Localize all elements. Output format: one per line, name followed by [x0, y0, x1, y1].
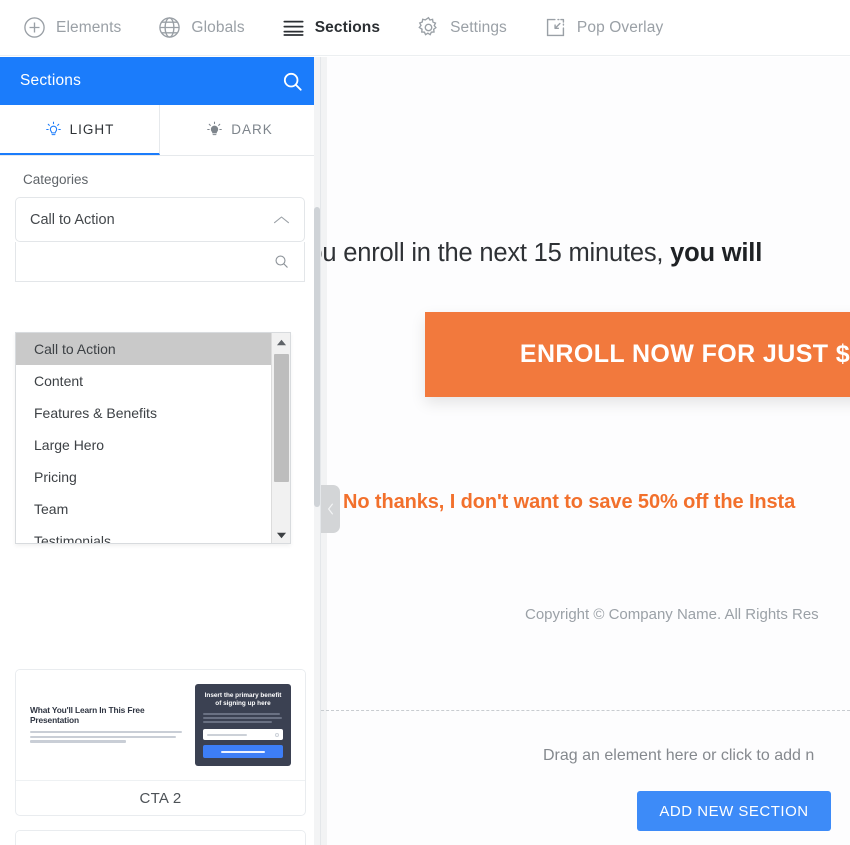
- section-cards: What You'll Learn In This Free Presentat…: [15, 669, 306, 845]
- toolbar-item-settings-label: Settings: [450, 18, 507, 36]
- decline-offer-link[interactable]: No thanks, I don't want to save 50% off …: [343, 491, 795, 514]
- chevron-up-icon: [273, 215, 290, 225]
- toolbar-item-settings[interactable]: Settings: [416, 8, 507, 48]
- globe-icon: [157, 15, 182, 40]
- mode-tabs: LIGHT DARK: [0, 105, 320, 156]
- enroll-now-button-label: ENROLL NOW FOR JUST $: [519, 340, 850, 368]
- preview-body: [30, 730, 185, 743]
- chevron-left-icon: [326, 502, 335, 516]
- canvas-headline: n you enroll in the next 15 minutes, you…: [321, 239, 762, 268]
- panel-scroll-thumb[interactable]: [314, 207, 320, 507]
- canvas-headline-bold: you will: [670, 239, 763, 267]
- section-divider-top: [321, 710, 850, 711]
- canvas-left-rail: [321, 57, 327, 845]
- triangle-down-icon[interactable]: [272, 526, 290, 543]
- toolbar-item-globals[interactable]: Globals: [157, 8, 245, 48]
- tab-light[interactable]: LIGHT: [0, 105, 160, 155]
- triangle-up-icon[interactable]: [272, 333, 290, 352]
- dropdown-option-team[interactable]: Team: [16, 493, 273, 525]
- sections-panel-body: Categories Call to Action Call to Action…: [0, 172, 320, 845]
- dropdown-option-large-hero[interactable]: Large Hero: [16, 429, 273, 461]
- copyright-text: Copyright © Company Name. All Rights Res: [525, 606, 819, 623]
- section-card-label: CTA 2: [16, 780, 305, 815]
- preview-submit-button: [203, 745, 283, 759]
- toolbar-item-globals-label: Globals: [191, 18, 245, 36]
- canvas-headline-text: n you enroll in the next 15 minutes,: [321, 239, 664, 267]
- dropdown-option-pricing[interactable]: Pricing: [16, 461, 273, 493]
- preview-text-block: What You'll Learn In This Free Presentat…: [30, 705, 185, 745]
- panel-collapse-handle[interactable]: [321, 485, 340, 533]
- add-new-section-button[interactable]: ADD NEW SECTION: [637, 791, 831, 831]
- plus-circle-icon: [22, 15, 47, 40]
- toolbar-item-sections-label: Sections: [314, 18, 381, 36]
- dropdown-option-features-benefits[interactable]: Features & Benefits: [16, 397, 273, 429]
- preview-heading: What You'll Learn In This Free Presentat…: [30, 704, 145, 726]
- app-root: Elements Globals Sections Settings Pop O…: [0, 0, 850, 845]
- lightbulb-outline-icon: [45, 121, 62, 138]
- section-card-preview: What You'll Learn In This Free Presentat…: [16, 670, 305, 780]
- top-toolbar: Elements Globals Sections Settings Pop O…: [0, 0, 850, 56]
- page-canvas: n you enroll in the next 15 minutes, you…: [321, 57, 850, 845]
- toolbar-item-sections[interactable]: Sections: [281, 8, 380, 48]
- preview-form-body: [203, 713, 283, 724]
- toolbar-item-elements[interactable]: Elements: [22, 8, 121, 48]
- dropdown-option-testimonials[interactable]: Testimonials: [16, 525, 273, 543]
- category-search-field[interactable]: [15, 242, 305, 282]
- category-select-value: Call to Action: [30, 211, 115, 228]
- preview-email-input: [203, 729, 283, 741]
- sections-panel-header: Sections: [0, 57, 320, 105]
- category-dropdown-list: Call to Action Content Features & Benefi…: [16, 333, 273, 543]
- category-select[interactable]: Call to Action: [15, 197, 305, 242]
- toolbar-item-elements-label: Elements: [56, 18, 122, 36]
- sections-panel-title: Sections: [20, 72, 82, 89]
- tab-light-label: LIGHT: [69, 121, 115, 137]
- dropdown-scroll-thumb[interactable]: [274, 354, 289, 482]
- categories-label: Categories: [23, 172, 89, 187]
- preview-optin-box: Insert the primary benefit of signing up…: [195, 683, 291, 767]
- section-card-cta-3[interactable]: What You'll Learn In This Free Presentat…: [15, 830, 306, 845]
- sections-panel: Sections LIGHT DARK Categories Call to A…: [0, 57, 321, 845]
- toolbar-item-pop-overlay-label: Pop Overlay: [576, 18, 664, 36]
- pop-overlay-icon: [543, 15, 568, 40]
- toolbar-item-pop-overlay[interactable]: Pop Overlay: [543, 8, 663, 48]
- dropdown-scrollbar[interactable]: [271, 333, 290, 543]
- search-icon[interactable]: [273, 253, 290, 270]
- panel-scrollbar[interactable]: [314, 57, 320, 845]
- category-dropdown: Call to Action Content Features & Benefi…: [15, 332, 291, 544]
- tab-dark[interactable]: DARK: [160, 105, 320, 155]
- section-card-preview: What You'll Learn In This Free Presentat…: [16, 831, 305, 845]
- dropdown-option-content[interactable]: Content: [16, 365, 273, 397]
- drag-element-hint: Drag an element here or click to add n: [543, 747, 815, 764]
- gear-icon: [416, 15, 441, 40]
- dropdown-option-call-to-action[interactable]: Call to Action: [16, 333, 273, 365]
- sections-icon: [281, 15, 306, 40]
- search-icon[interactable]: [281, 70, 304, 93]
- category-search-input[interactable]: [16, 242, 304, 281]
- section-card-cta-2[interactable]: What You'll Learn In This Free Presentat…: [15, 669, 306, 816]
- enroll-now-button[interactable]: ENROLL NOW FOR JUST $: [425, 312, 850, 397]
- lightbulb-filled-icon: [206, 121, 223, 138]
- preview-form-heading: Insert the primary benefit of signing up…: [204, 691, 282, 708]
- tab-dark-label: DARK: [231, 121, 273, 137]
